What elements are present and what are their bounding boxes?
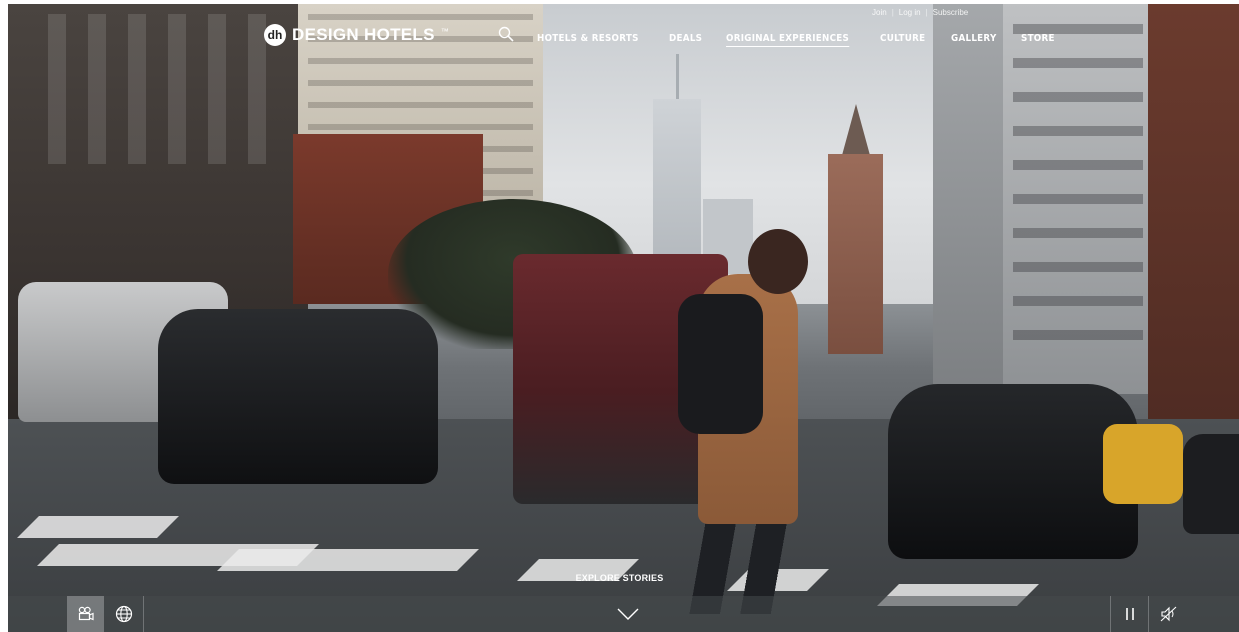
building-right-2-windows bbox=[1013, 24, 1143, 364]
join-link[interactable]: Join bbox=[872, 8, 887, 17]
clock-tower bbox=[828, 154, 883, 354]
logo-mark-icon: dh bbox=[264, 24, 286, 46]
video-camera-icon[interactable] bbox=[67, 596, 104, 632]
logo-trademark: ™ bbox=[440, 26, 449, 36]
separator: | bbox=[925, 8, 928, 17]
main-nav: HOTELS & RESORTS DEALS ORIGINAL EXPERIEN… bbox=[537, 33, 1058, 47]
pause-icon[interactable] bbox=[1110, 596, 1148, 632]
crosswalk-stripe bbox=[17, 516, 179, 538]
explore-stories-label[interactable]: EXPLORE STORIES bbox=[0, 573, 1239, 583]
pedestrian-backpack bbox=[678, 294, 763, 434]
building-right-3 bbox=[1148, 4, 1239, 464]
separator: | bbox=[891, 8, 894, 17]
pedestrian-head bbox=[748, 229, 808, 294]
nav-original-experiences[interactable]: ORIGINAL EXPERIENCES bbox=[725, 33, 849, 47]
chevron-down-icon[interactable] bbox=[608, 596, 648, 632]
crosswalk-stripe bbox=[217, 549, 479, 571]
mute-icon[interactable] bbox=[1148, 596, 1188, 632]
car-black-right bbox=[888, 384, 1138, 559]
subscribe-link[interactable]: Subscribe bbox=[933, 8, 969, 17]
tower bbox=[653, 99, 701, 269]
building-left-windows bbox=[48, 14, 288, 164]
login-link[interactable]: Log in bbox=[899, 8, 921, 17]
globe-icon[interactable] bbox=[104, 596, 144, 632]
nav-deals[interactable]: DEALS bbox=[669, 33, 702, 47]
logo-link[interactable]: dh DESIGN HOTELS ™ bbox=[264, 24, 449, 46]
taxi bbox=[1103, 424, 1183, 504]
search-icon[interactable] bbox=[498, 26, 514, 42]
logo-text: DESIGN HOTELS bbox=[292, 25, 435, 44]
account-links: Join | Log in | Subscribe bbox=[872, 8, 968, 17]
tower-spire bbox=[676, 54, 679, 104]
hero-background bbox=[8, 4, 1239, 632]
bottom-bar bbox=[8, 596, 1239, 632]
nav-gallery[interactable]: GALLERY bbox=[951, 33, 997, 47]
nav-store[interactable]: STORE bbox=[1021, 33, 1055, 47]
nav-culture[interactable]: CULTURE bbox=[880, 33, 925, 47]
nav-hotels-resorts[interactable]: HOTELS & RESORTS bbox=[537, 33, 639, 47]
car-edge bbox=[1183, 434, 1239, 534]
car-black-left bbox=[158, 309, 438, 484]
